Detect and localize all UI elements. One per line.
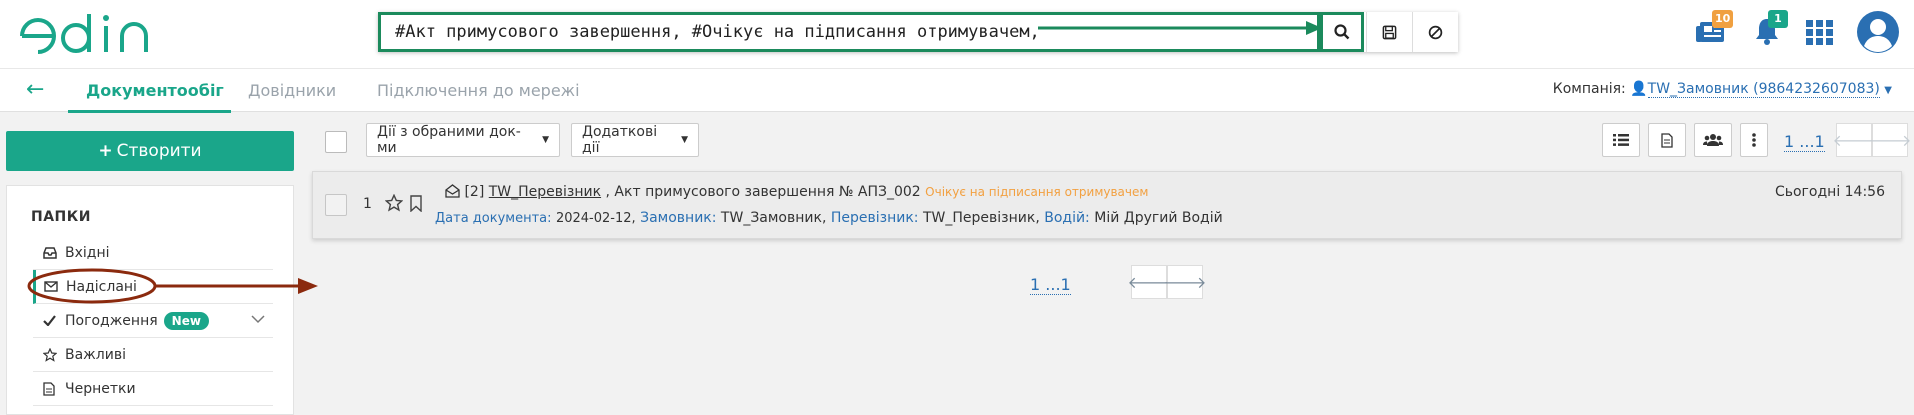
document-time: Сьогодні 14:56: [1774, 184, 1885, 200]
document-row[interactable]: 1 [2] TW_Перевізник , Акт примусового за…: [312, 171, 1902, 239]
folder-label: Важливі: [65, 346, 126, 363]
tab-network-connection[interactable]: Підключення до мережі: [377, 81, 580, 100]
customer-value: TW_Замовник,: [720, 210, 827, 226]
extra-actions-label: Додаткові дії: [582, 124, 658, 156]
news-count-badge: 10: [1712, 10, 1734, 28]
document-index: 1: [363, 196, 372, 212]
date-label: Дата документа:: [435, 211, 552, 226]
tab-document-flow[interactable]: Документообіг: [86, 81, 224, 100]
user-avatar[interactable]: [1856, 10, 1900, 58]
document-meta-line: Дата документа: 2024-02-12, Замовник: TW…: [435, 210, 1223, 226]
more-options-button[interactable]: [1740, 123, 1768, 157]
arrow-right-icon: 🡒: [1868, 131, 1912, 150]
group-view-button[interactable]: [1694, 123, 1732, 157]
envelope-open-icon: [445, 184, 464, 200]
driver-label: Водій:: [1044, 210, 1090, 226]
bottom-pager[interactable]: 1 ...1: [1030, 275, 1071, 295]
search-button[interactable]: [1320, 12, 1364, 52]
date-value: 2024-02-12,: [555, 211, 636, 226]
list-icon: [1613, 134, 1629, 146]
file-text-icon: [1661, 132, 1673, 148]
folder-label: Вхідні: [65, 244, 110, 261]
create-label: Створити: [116, 141, 202, 161]
customer-label: Замовник:: [640, 210, 717, 226]
arrow-right-icon: 🡒: [1163, 273, 1207, 292]
folder-label: Чернетки: [65, 380, 136, 397]
user-circle-icon: [1857, 11, 1899, 53]
document-sender-link[interactable]: TW_Перевізник: [489, 184, 601, 200]
document-checkbox[interactable]: [325, 194, 347, 216]
folder-important[interactable]: Важливі: [33, 338, 273, 372]
nav-bar: ← Документообіг Довідники Підключення до…: [0, 68, 1914, 113]
selected-actions-dropdown[interactable]: Дії з обраними док-ми ▼: [366, 123, 560, 157]
selected-actions-label: Дії з обраними док-ми: [377, 124, 521, 156]
folder-label: Погодження: [65, 312, 158, 329]
bottom-next-page-button[interactable]: 🡒: [1164, 265, 1206, 299]
document-icon: [43, 381, 65, 396]
user-icon: 👤: [1630, 81, 1648, 97]
list-view-button[interactable]: [1602, 123, 1640, 157]
document-status: Очікує на підписання отримувачем: [925, 185, 1149, 199]
users-icon: [1703, 134, 1723, 146]
company-value: TW_Замовник (9864232607083): [1647, 81, 1880, 98]
top-pager[interactable]: 1 ...1: [1784, 132, 1825, 152]
carrier-label: Перевізник:: [830, 210, 919, 226]
folder-incoming[interactable]: Вхідні: [33, 236, 273, 270]
ban-icon: [1428, 25, 1443, 39]
carrier-value: TW_Перевізник,: [922, 210, 1040, 226]
folder-approval[interactable]: Погодження New: [33, 304, 273, 338]
caret-down-icon: ▼: [1884, 85, 1892, 96]
folders-panel: ПАПКИ Вхідні Надіслані Погодження New Ва…: [6, 185, 294, 415]
edin-logo[interactable]: [18, 10, 163, 58]
search-icon: [1334, 24, 1350, 40]
notify-count-badge: 1: [1768, 10, 1788, 28]
edin-logo-mark: [20, 14, 148, 54]
back-arrow-icon[interactable]: ←: [26, 77, 44, 102]
folder-drafts[interactable]: Чернетки: [33, 372, 273, 406]
active-tab-underline: [68, 110, 231, 113]
star-icon: [43, 347, 65, 362]
document-code: [2]: [464, 184, 485, 200]
document-title: , Акт примусового завершення № АПЗ_002: [605, 184, 921, 200]
driver-value: Мій Другий Водій: [1094, 210, 1223, 226]
plus-icon: +: [98, 141, 113, 161]
bottom-prev-page-button[interactable]: 🡐: [1128, 265, 1170, 299]
chevron-down-icon[interactable]: [251, 312, 265, 328]
search-input[interactable]: [378, 12, 1320, 52]
save-search-button[interactable]: [1366, 12, 1412, 52]
company-selector[interactable]: Компанія: 👤TW_Замовник (9864232607083) ▼: [1552, 81, 1892, 98]
select-all-checkbox[interactable]: [325, 131, 347, 153]
notifications-button[interactable]: 1: [1752, 10, 1788, 50]
prev-page-button[interactable]: 🡐: [1833, 123, 1875, 157]
grid-apps-icon: [1806, 20, 1833, 45]
tab-directories[interactable]: Довідники: [248, 81, 336, 100]
vertical-dots-icon: [1752, 133, 1756, 147]
caret-down-icon: ▼: [681, 135, 688, 145]
search-bar: [378, 12, 1458, 52]
check-icon: [43, 315, 65, 326]
annotation-red-arrowhead: [298, 278, 318, 294]
folder-sent[interactable]: Надіслані: [33, 270, 273, 304]
news-button[interactable]: 10: [1694, 10, 1734, 50]
bookmark-icon[interactable]: [409, 195, 423, 216]
apps-button[interactable]: [1806, 20, 1834, 50]
caret-down-icon: ▼: [542, 135, 549, 145]
folder-label: Надіслані: [66, 278, 137, 295]
new-badge: New: [163, 311, 209, 330]
extra-actions-dropdown[interactable]: Додаткові дії ▼: [571, 123, 699, 157]
document-view-button[interactable]: [1648, 123, 1686, 157]
create-button[interactable]: + Створити: [6, 131, 294, 171]
star-icon[interactable]: [384, 193, 404, 216]
top-bar: 10 1: [0, 0, 1914, 68]
folders-title: ПАПКИ: [31, 209, 91, 225]
inbox-icon: [43, 246, 65, 259]
floppy-disk-icon: [1382, 25, 1397, 39]
clear-search-button[interactable]: [1412, 12, 1458, 52]
next-page-button[interactable]: 🡒: [1869, 123, 1911, 157]
envelope-icon: [44, 281, 66, 292]
document-title-line: [2] TW_Перевізник , Акт примусового заве…: [445, 184, 1148, 200]
company-label: Компанія:: [1552, 81, 1626, 97]
